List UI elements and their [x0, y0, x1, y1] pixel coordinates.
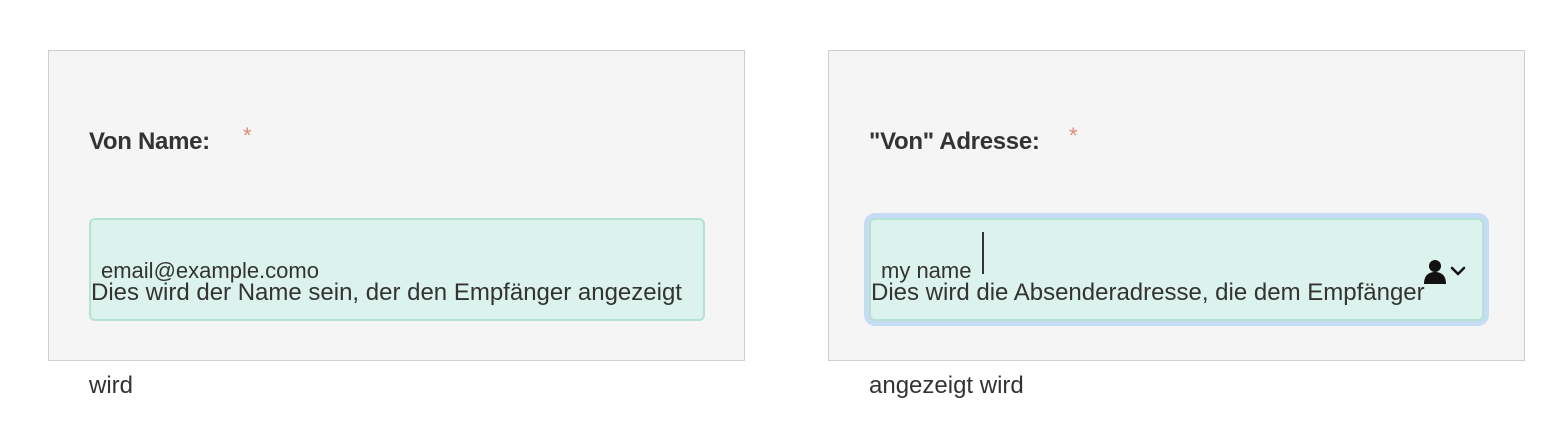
contact-dropdown-icon[interactable]	[1424, 258, 1468, 286]
from-name-help-text-continued: wird	[89, 372, 134, 399]
required-indicator: *	[243, 123, 252, 148]
from-name-panel: Von Name: * email@example.como Dies wird…	[48, 50, 745, 361]
from-address-input[interactable]: my name Dies wird die Absenderadresse, d…	[869, 218, 1484, 321]
required-indicator: *	[1069, 123, 1078, 148]
from-address-help-text: Dies wird die Absenderadresse, die dem E…	[871, 279, 1425, 306]
from-name-label: Von Name:	[89, 128, 210, 155]
from-address-panel: "Von" Adresse: * my name Dies wird die A…	[828, 50, 1525, 361]
from-name-input[interactable]: email@example.como Dies wird der Name se…	[89, 218, 705, 321]
from-name-help-text: Dies wird der Name sein, der den Empfäng…	[91, 279, 682, 306]
from-address-help-text-continued: angezeigt wird	[869, 372, 1024, 399]
text-cursor	[982, 232, 984, 274]
from-address-label: "Von" Adresse:	[869, 128, 1040, 155]
